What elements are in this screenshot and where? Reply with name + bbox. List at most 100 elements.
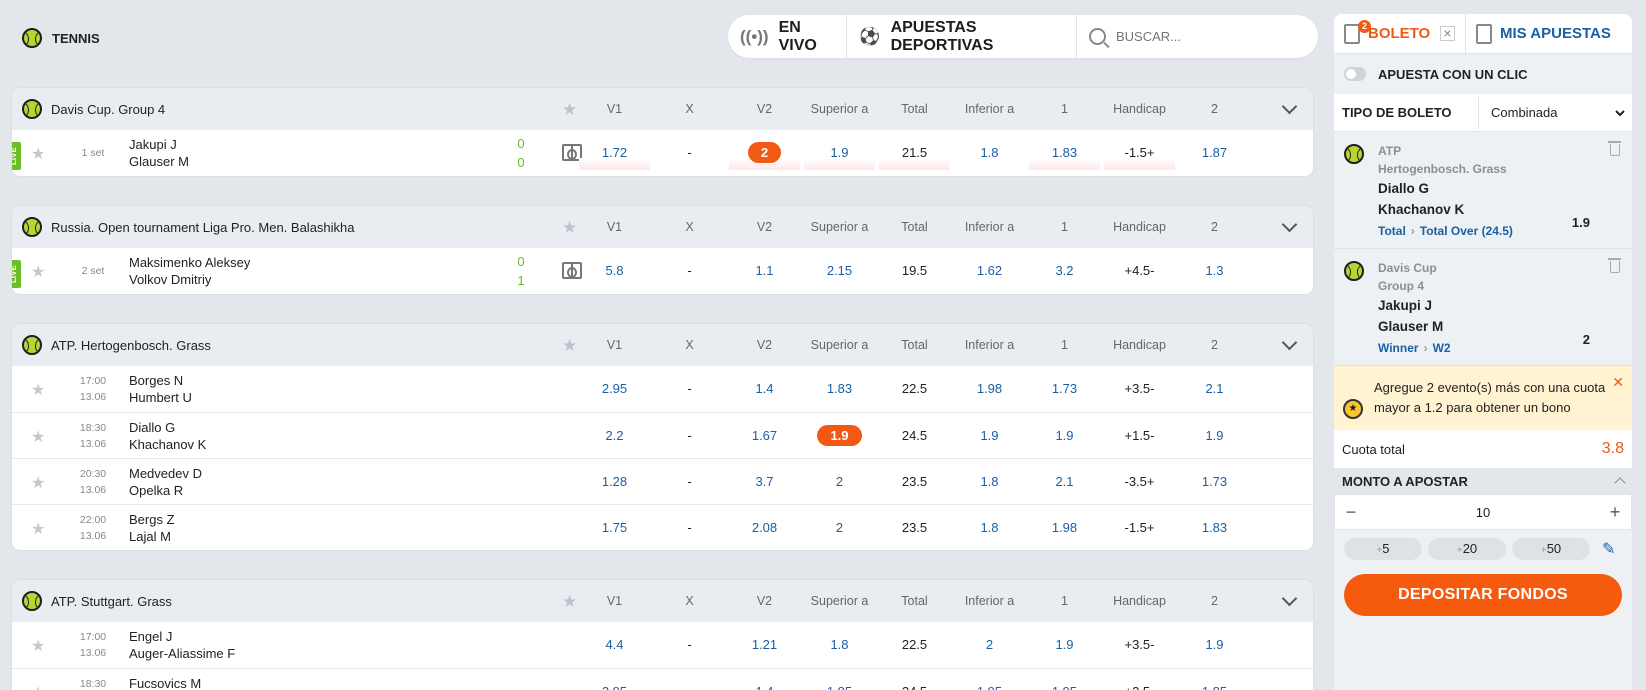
odd-cell[interactable]: 1.83 [802, 376, 877, 402]
odd-cell[interactable]: 2.08 [727, 515, 802, 541]
pencil-icon[interactable]: ✎ [1602, 539, 1615, 559]
odd-cell[interactable]: 2.95 [577, 376, 652, 402]
favorite-star-icon[interactable]: ★ [562, 592, 577, 612]
favorite-star-icon[interactable]: ★ [31, 262, 45, 282]
odd-cell[interactable]: 3.2 [1027, 258, 1102, 284]
favorite-star-icon[interactable]: ★ [31, 636, 45, 656]
odd-cell[interactable]: 1.72 [577, 140, 652, 170]
odd-cell[interactable]: 1.9 [802, 423, 877, 449]
chevron-down-icon[interactable] [1281, 590, 1298, 607]
quick-amount-button[interactable]: +5 [1344, 538, 1422, 560]
odd-cell[interactable]: 1.8 [952, 515, 1027, 541]
trash-icon[interactable] [1608, 258, 1621, 273]
match-teams[interactable]: Bergs Z Lajal M [129, 511, 175, 545]
nav-sports-button[interactable]: ⚽ APUESTAS DEPORTIVAS [847, 15, 1077, 58]
league-header[interactable]: ATP. Stuttgart. Grass ★ V1 X V2 Superior a T… [12, 580, 1313, 622]
nav-live-button[interactable]: ((•)) EN VIVO [728, 15, 848, 58]
odd-cell[interactable]: 1.75 [577, 515, 652, 541]
odd-cell[interactable]: 1.85 [1177, 679, 1252, 690]
odd-cell[interactable]: 1.73 [1027, 376, 1102, 402]
favorite-star-icon[interactable]: ★ [31, 473, 45, 493]
plus-button[interactable]: + [1605, 502, 1625, 523]
odd-cell[interactable]: 2.15 [802, 258, 877, 284]
odd-cell[interactable]: 2 [727, 140, 802, 170]
search-box[interactable] [1077, 28, 1318, 45]
favorite-star-icon[interactable]: ★ [31, 519, 45, 539]
odd-cell[interactable]: 2.95 [577, 679, 652, 690]
match-row[interactable]: LIVE ★ 2 set Maksimenko Aleksey Volkov Dmi… [12, 248, 1313, 294]
close-icon[interactable]: ✕ [1612, 372, 1624, 392]
odd-cell[interactable]: 1.87 [1177, 140, 1252, 166]
match-teams[interactable]: Engel J Auger-Aliassime F [129, 628, 235, 662]
odd-cell[interactable]: 1.8 [802, 632, 877, 658]
chevron-down-icon[interactable] [1281, 98, 1298, 115]
odd-cell[interactable]: 2 [802, 515, 877, 541]
odd-cell[interactable]: 1.83 [1027, 140, 1102, 170]
toggle-switch[interactable] [1344, 67, 1366, 81]
odd-cell[interactable]: 1.9 [1177, 423, 1252, 449]
league-header[interactable]: Davis Cup. Group 4 ★ V1 X V2 Superior a Tota… [12, 88, 1313, 130]
favorite-star-icon[interactable]: ★ [31, 144, 45, 164]
match-row[interactable]: ★ 18:3013.06 Fucsovics MFritz T 2.95 - 1.4 1… [12, 668, 1313, 690]
odd-cell[interactable]: 1.9 [802, 140, 877, 170]
odd-cell[interactable]: 3.7 [727, 469, 802, 495]
odd-cell[interactable]: 1.8 [952, 140, 1027, 166]
odd-cell[interactable]: 1.83 [1177, 515, 1252, 541]
odd-cell[interactable]: 1.95 [952, 679, 1027, 690]
odd-cell[interactable]: 1.9 [1027, 423, 1102, 449]
odd-cell[interactable]: 1.85 [802, 679, 877, 690]
one-click-toggle-row[interactable]: APUESTA CON UN CLIC [1334, 54, 1632, 94]
favorite-star-icon[interactable]: ★ [562, 336, 577, 356]
match-row[interactable]: LIVE ★ 1 set Jakupi J Glauser M00 1.72-2 1.… [12, 130, 1313, 176]
favorite-star-icon[interactable]: ★ [562, 100, 577, 120]
odd-cell[interactable]: 2 [802, 469, 877, 495]
odd-cell[interactable]: 1.4 [727, 376, 802, 402]
odd-cell[interactable]: 1.95 [1027, 679, 1102, 690]
odd-cell[interactable]: 1.9 [1177, 632, 1252, 658]
match-teams[interactable]: Fucsovics MFritz T [129, 675, 201, 690]
match-row[interactable]: ★ 18:30 13.06 Diallo G Khachanov K 2.2 - 1.67… [12, 412, 1313, 458]
odd-cell[interactable]: 2.1 [1027, 469, 1102, 495]
match-row[interactable]: ★ 20:30 13.06 Medvedev D Opelka R 1.28 - 3.7 2… [12, 458, 1313, 504]
match-teams[interactable]: Jakupi J Glauser M [129, 136, 189, 170]
odd-cell[interactable]: 1.21 [727, 632, 802, 658]
quick-amount-button[interactable]: +20 [1428, 538, 1506, 560]
favorite-star-icon[interactable]: ★ [31, 427, 45, 447]
amount-input[interactable]: 10 [1476, 505, 1490, 520]
favorite-star-icon[interactable]: ★ [31, 380, 45, 400]
odd-cell[interactable]: 1.67 [727, 423, 802, 449]
deposit-button[interactable]: DEPOSITAR FONDOS [1344, 574, 1622, 616]
odd-cell[interactable]: 1.4 [727, 679, 802, 690]
match-teams[interactable]: Maksimenko Aleksey Volkov Dmitriy [129, 254, 250, 288]
search-input[interactable] [1116, 29, 1306, 44]
close-icon[interactable]: × [1440, 26, 1455, 41]
odd-cell[interactable]: 1.9 [952, 423, 1027, 449]
trash-icon[interactable] [1608, 141, 1621, 156]
odd-cell[interactable]: 2.2 [577, 423, 652, 449]
league-header[interactable]: ATP. Hertogenbosch. Grass ★ V1 X V2 Superio… [12, 324, 1313, 366]
tab-boleto[interactable]: 2 BOLETO × [1334, 14, 1466, 53]
chevron-down-icon[interactable] [1281, 216, 1298, 233]
odd-cell[interactable]: 2.1 [1177, 376, 1252, 402]
minus-button[interactable]: − [1341, 502, 1361, 523]
match-teams[interactable]: Medvedev D Opelka R [129, 465, 202, 499]
odd-cell[interactable]: 1.3 [1177, 258, 1252, 284]
amount-header[interactable]: MONTO A APOSTAR [1334, 468, 1632, 494]
odd-cell[interactable]: 4.4 [577, 632, 652, 658]
tab-mis-apuestas[interactable]: MIS APUESTAS [1466, 14, 1621, 53]
odd-cell[interactable]: 1.28 [577, 469, 652, 495]
favorite-star-icon[interactable]: ★ [562, 218, 577, 238]
favorite-star-icon[interactable]: ★ [31, 683, 45, 690]
match-row[interactable]: ★ 17:00 13.06 Engel J Auger-Aliassime F 4.4… [12, 622, 1313, 668]
odd-cell[interactable]: 1.98 [1027, 515, 1102, 541]
match-teams[interactable]: Borges N Humbert U [129, 372, 192, 406]
odd-cell[interactable]: 1.62 [952, 258, 1027, 284]
quick-amount-button[interactable]: +50 [1512, 538, 1590, 560]
ticket-type-select[interactable]: Combinada [1478, 96, 1628, 129]
match-row[interactable]: ★ 17:00 13.06 Borges N Humbert U 2.95 - 1.4 1.… [12, 366, 1313, 412]
match-row[interactable]: ★ 22:00 13.06 Bergs Z Lajal M 1.75 - 2.08 2 23.… [12, 504, 1313, 550]
odd-cell[interactable]: 1.9 [1027, 632, 1102, 658]
odd-cell[interactable]: 5.8 [577, 258, 652, 284]
match-teams[interactable]: Diallo G Khachanov K [129, 419, 206, 453]
odd-cell[interactable]: 1.8 [952, 469, 1027, 495]
